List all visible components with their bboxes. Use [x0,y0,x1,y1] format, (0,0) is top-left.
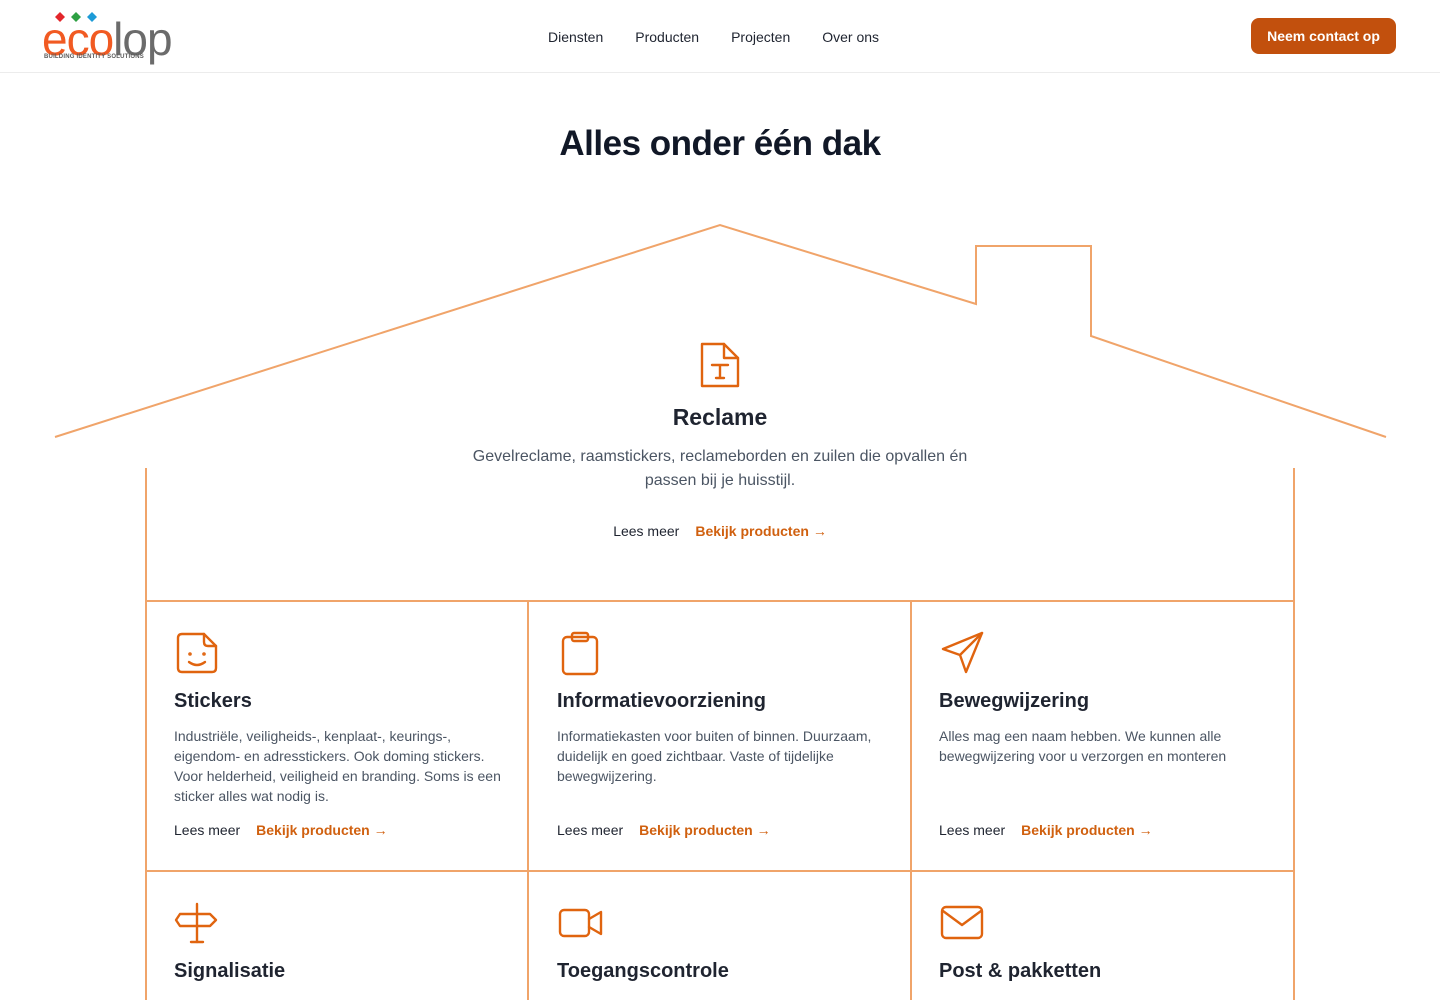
card-informatievoorziening: Informatievoorziening Informatiekasten v… [557,630,939,860]
read-more-link[interactable]: Lees meer [174,822,240,838]
nav-producten[interactable]: Producten [635,28,699,46]
site-header: ecolop BUILDING IDENTITY SOLUTIONS Diens… [0,0,1440,73]
envelope-icon [940,905,984,940]
video-camera-icon [558,908,603,938]
featured-description: Gevelreclame, raamstickers, reclameborde… [472,448,968,489]
document-text-icon [700,342,740,388]
featured-read-more-link[interactable]: Lees meer [613,523,679,539]
read-more-link[interactable]: Lees meer [939,822,1005,838]
card-title: Stickers [174,690,252,712]
nav-over-ons[interactable]: Over ons [822,28,879,46]
read-more-link[interactable]: Lees meer [557,822,623,838]
card-bewegwijzering: Bewegwijzering Alles mag een naam hebben… [939,630,1321,860]
card-toegangscontrole: Toegangscontrole [557,900,939,1000]
featured-products-link[interactable]: Bekijk producten → [695,523,826,539]
main-nav: Diensten Producten Projecten Over ons [548,28,879,46]
card-signalisatie: Signalisatie [174,900,556,1000]
card-links: Lees meer Bekijk producten → [174,822,388,838]
navigation-arrow-icon [941,631,984,674]
card-title: Signalisatie [174,960,286,982]
products-link[interactable]: Bekijk producten → [256,822,387,838]
card-title: Toegangscontrole [557,960,729,982]
card-links: Lees meer Bekijk producten → [939,822,1153,838]
products-link[interactable]: Bekijk producten → [639,822,770,838]
card-title: Bewegwijzering [939,690,1090,712]
card-links: Lees meer Bekijk producten → [557,822,771,838]
products-link[interactable]: Bekijk producten → [1021,822,1152,838]
featured-reclame: Reclame Gevelreclame, raamstickers, recl… [470,340,970,539]
signpost-icon [174,902,218,944]
page-title: Alles onder één dak [559,124,881,163]
card-title: Informatievoorziening [557,690,766,712]
featured-links: Lees meer Bekijk producten → [470,523,970,539]
card-description: Industriële, veiligheids-, kenplaat-, ke… [174,728,501,804]
nav-diensten[interactable]: Diensten [548,28,603,46]
card-post-pakketten: Post & pakketten [939,900,1321,1000]
card-stickers: Stickers Industriële, veiligheids-, kenp… [174,630,556,860]
card-title: Post & pakketten [939,960,1102,982]
clipboard-icon [561,631,599,676]
ecolop-logo[interactable]: ecolop BUILDING IDENTITY SOLUTIONS [42,10,192,64]
featured-title: Reclame [672,404,768,430]
contact-button[interactable]: Neem contact op [1251,18,1396,54]
card-description: Alles mag een naam hebben. We kunnen all… [939,728,1227,764]
card-description: Informatiekasten voor buiten of binnen. … [557,728,872,784]
nav-projecten[interactable]: Projecten [731,28,790,46]
logo-tagline: BUILDING IDENTITY SOLUTIONS [44,54,144,60]
sticker-icon [176,632,218,674]
